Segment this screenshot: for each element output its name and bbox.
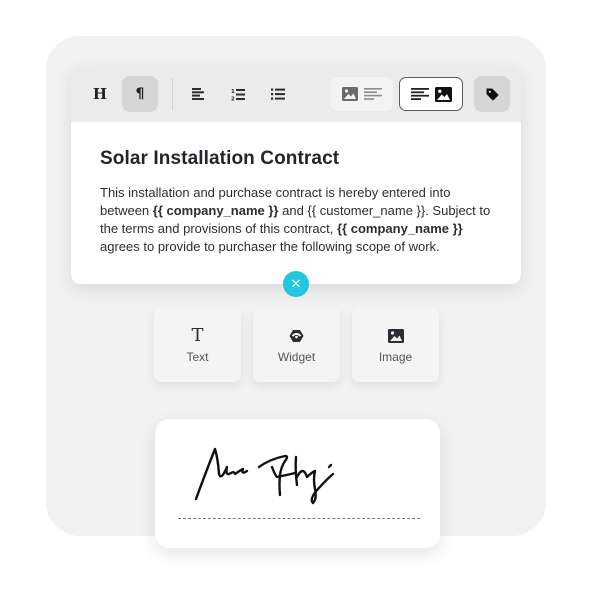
signature-line xyxy=(178,518,420,519)
insert-image-label: Image xyxy=(378,350,413,364)
ordered-list-icon: 1 2 xyxy=(231,88,245,101)
tag-icon xyxy=(486,88,498,100)
image-icon xyxy=(434,86,452,102)
close-icon: ✕ xyxy=(290,276,302,292)
paragraph-icon: ¶ xyxy=(135,86,145,102)
widget-icon xyxy=(289,330,304,342)
svg-text:1: 1 xyxy=(231,89,235,95)
insert-widget-label: Widget xyxy=(277,350,316,364)
variable-company-name: {{ company_name }} xyxy=(337,221,463,236)
layout-image-right-option[interactable] xyxy=(399,77,463,111)
variable-company-name: {{ company_name }} xyxy=(152,203,279,218)
editor-toolbar: H ¶ 1 2 xyxy=(71,66,521,122)
tag-button[interactable] xyxy=(474,76,510,112)
paragraph-text: agrees to provide to purchaser the follo… xyxy=(100,239,440,254)
heading-icon: H xyxy=(92,85,108,103)
signature-card[interactable] xyxy=(155,419,440,548)
text-icon: T xyxy=(191,325,204,346)
insert-widget-option[interactable]: Widget xyxy=(253,307,340,382)
image-icon xyxy=(342,87,358,101)
bullet-list-button[interactable] xyxy=(260,76,296,112)
text-lines-icon xyxy=(364,88,382,100)
align-left-button[interactable] xyxy=(181,76,217,112)
document-body: Solar Installation Contract This install… xyxy=(71,122,521,256)
toolbar-divider xyxy=(172,78,173,110)
insert-text-option[interactable]: T Text xyxy=(154,307,241,382)
text-lines-icon xyxy=(410,88,429,100)
document-title[interactable]: Solar Installation Contract xyxy=(100,148,492,170)
insert-image-option[interactable]: Image xyxy=(352,307,439,382)
heading-button[interactable]: H xyxy=(82,76,118,112)
document-paragraph[interactable]: This installation and purchase contract … xyxy=(100,184,492,256)
close-button[interactable]: ✕ xyxy=(283,271,309,297)
ordered-list-button[interactable]: 1 2 xyxy=(220,76,256,112)
paragraph-button[interactable]: ¶ xyxy=(122,76,158,112)
image-icon xyxy=(387,329,404,343)
layout-image-left-option[interactable] xyxy=(331,77,393,111)
align-left-icon xyxy=(192,88,204,100)
bullet-list-icon xyxy=(271,88,285,100)
insert-text-label: Text xyxy=(186,350,209,364)
signature-drawing xyxy=(194,447,335,505)
document-editor-card: H ¶ 1 2 Solar Installation Contract This… xyxy=(71,66,521,284)
svg-text:2: 2 xyxy=(231,96,235,101)
